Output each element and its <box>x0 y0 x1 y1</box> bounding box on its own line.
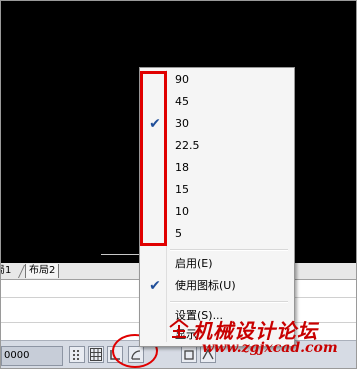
menu-item-enable[interactable]: 启用(E) <box>142 253 292 275</box>
tab-divider <box>17 265 26 278</box>
menu-separator <box>170 301 288 303</box>
menu-item-label: 22.5 <box>175 139 200 152</box>
menu-item-use-icons[interactable]: ✔ 使用图标(U) <box>142 275 292 297</box>
menu-item-label: 5 <box>175 227 182 240</box>
menu-separator <box>170 249 288 251</box>
menu-item-label: 10 <box>175 205 189 218</box>
grid-display-button[interactable] <box>88 346 104 363</box>
forum-logo-icon <box>169 318 189 338</box>
menu-item-label: 45 <box>175 95 189 108</box>
tab-layout1[interactable]: 局1 <box>1 264 11 278</box>
check-mark-icon: ✔ <box>149 278 161 294</box>
menu-item-label: 18 <box>175 161 189 174</box>
crosshair-cursor <box>101 254 141 255</box>
menu-item-label: 30 <box>175 117 189 130</box>
coordinate-readout: 0000 <box>1 346 63 366</box>
snap-mode-button[interactable] <box>69 346 85 363</box>
grid-icon <box>90 348 102 361</box>
tab-layout2[interactable]: 布局2 <box>25 264 60 278</box>
site-watermark: 机械设计论坛 www.zgjxcad.com <box>168 315 356 361</box>
watermark-url: www.zgjxcad.com <box>202 340 338 356</box>
menu-item-label: 15 <box>175 183 189 196</box>
window-frame: 局1 布局2 0000 <box>0 0 357 369</box>
snap-icon <box>73 350 79 360</box>
menu-item-label: 90 <box>175 73 189 86</box>
highlight-rectangle <box>140 71 167 246</box>
menu-item-label: 使用图标(U) <box>175 279 236 292</box>
menu-item-label: 启用(E) <box>175 257 213 270</box>
